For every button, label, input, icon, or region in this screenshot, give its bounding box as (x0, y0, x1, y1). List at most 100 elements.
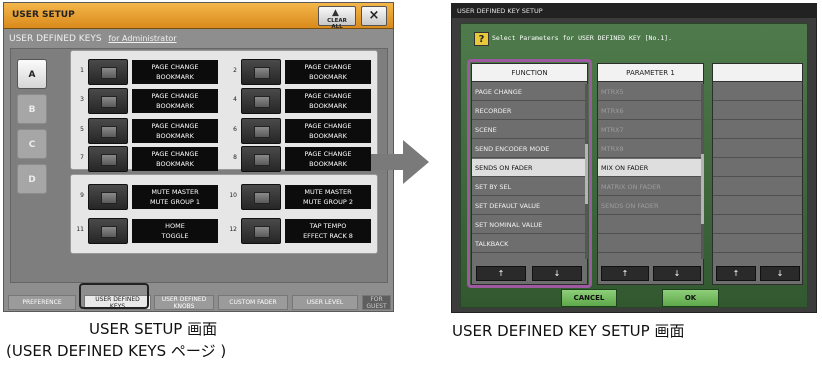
key-button[interactable] (241, 59, 281, 85)
bank-tab-b[interactable]: B (17, 94, 47, 124)
key-number: 8 (233, 154, 237, 161)
cancel-button[interactable]: CANCEL (561, 289, 617, 307)
key-button[interactable] (241, 88, 281, 114)
parameter2-down-button[interactable]: ↓ (760, 266, 800, 281)
tab-custom-fader[interactable]: CUSTOM FADER (218, 295, 288, 310)
key-label: PAGE CHANGE BOOKMARK (132, 119, 218, 143)
highlight-frame (79, 283, 149, 309)
function-item[interactable]: SET NOMINAL VALUE (472, 216, 587, 234)
key-button[interactable] (88, 146, 128, 172)
tab-user-defined-knobs[interactable]: USER DEFINED KNOBS (154, 295, 214, 310)
key-number: 11 (76, 226, 84, 233)
parameter2-item[interactable] (713, 235, 802, 253)
parameter1-down-button[interactable]: ↓ (653, 266, 701, 281)
parameter2-up-button[interactable]: ↑ (716, 266, 756, 281)
user-key[interactable]: 12 TAP TEMPO EFFECT RACK 8 (227, 213, 377, 248)
bank-tab-d[interactable]: D (17, 164, 47, 194)
close-button[interactable]: × (361, 6, 387, 26)
key-label: TAP TEMPO EFFECT RACK 8 (285, 219, 371, 243)
parameter1-header: PARAMETER 1 (598, 64, 703, 82)
key-button[interactable] (88, 184, 128, 210)
parameter1-list: PARAMETER 1 MTRX5 MTRX6 MTRX7 MTRX8 MIX … (597, 63, 704, 285)
arrow-right-icon (371, 140, 429, 184)
parameter1-item[interactable]: SENDS ON FADER (598, 197, 703, 215)
parameter2-item[interactable] (713, 159, 802, 177)
function-item[interactable]: SCENE (472, 121, 587, 139)
key-label: PAGE CHANGE BOOKMARK (132, 89, 218, 113)
user-defined-key-setup-window: USER DEFINED KEY SETUP ? Select Paramete… (451, 3, 817, 313)
clear-all-icon: ▲ (332, 8, 339, 18)
clear-all-button[interactable]: ▲ CLEAR ALL (318, 6, 356, 30)
parameter1-item[interactable] (598, 216, 703, 234)
parameter1-up-button[interactable]: ↑ (601, 266, 649, 281)
admin-link[interactable]: for Administrator (108, 34, 176, 43)
key-number: 2 (233, 67, 237, 74)
parameter2-item[interactable] (713, 83, 802, 101)
help-icon[interactable]: ? (474, 32, 489, 46)
function-down-button[interactable]: ↓ (532, 266, 582, 281)
key-label: PAGE CHANGE BOOKMARK (285, 89, 371, 113)
user-key[interactable]: 10 MUTE MASTER MUTE GROUP 2 (227, 179, 377, 214)
function-item[interactable]: TALKBACK (472, 235, 587, 253)
parameter2-item[interactable] (713, 121, 802, 139)
key-button[interactable] (88, 59, 128, 85)
key-button[interactable] (241, 218, 281, 244)
parameter1-item[interactable]: MTRX6 (598, 102, 703, 120)
user-key[interactable]: 7 PAGE CHANGE BOOKMARK (74, 141, 224, 176)
function-item-selected[interactable]: SENDS ON FADER (472, 159, 587, 177)
parameter2-list: ↑ ↓ (712, 63, 803, 285)
parameter1-scrollbar[interactable] (701, 84, 704, 259)
left-caption-line2: (USER DEFINED KEYS ページ ) (6, 342, 227, 360)
key-button[interactable] (241, 184, 281, 210)
tab-for-guest[interactable]: FOR GUEST (362, 295, 391, 310)
function-item[interactable]: PAGE CHANGE (472, 83, 587, 101)
parameter2-item[interactable] (713, 102, 802, 120)
clear-all-label: CLEAR ALL (327, 18, 347, 30)
function-item[interactable]: RECORDER (472, 102, 587, 120)
subtitle-text: USER DEFINED KEYS (9, 34, 102, 44)
key-label: PAGE CHANGE BOOKMARK (285, 147, 371, 171)
tab-preference[interactable]: PREFERENCE (8, 295, 76, 310)
setup-dialog: ? Select Parameters for USER DEFINED KEY… (460, 23, 808, 308)
key-number: 7 (80, 154, 84, 161)
tab-user-level[interactable]: USER LEVEL (292, 295, 358, 310)
parameter1-item[interactable]: MTRX7 (598, 121, 703, 139)
parameter1-item[interactable]: MTRX5 (598, 83, 703, 101)
key-label: PAGE CHANGE BOOKMARK (132, 60, 218, 84)
key-button[interactable] (241, 146, 281, 172)
function-item[interactable]: SEND ENCODER MODE (472, 140, 587, 158)
parameter2-item[interactable] (713, 178, 802, 196)
key-label: MUTE MASTER MUTE GROUP 2 (285, 185, 371, 209)
function-item[interactable]: SET DEFAULT VALUE (472, 197, 587, 215)
key-number: 9 (80, 192, 84, 199)
key-label: PAGE CHANGE BOOKMARK (285, 60, 371, 84)
user-key[interactable]: 9 MUTE MASTER MUTE GROUP 1 (74, 179, 224, 214)
function-up-button[interactable]: ↑ (476, 266, 526, 281)
user-setup-window: USER SETUP ▲ CLEAR ALL × USER DEFINED KE… (3, 2, 394, 312)
parameter2-item[interactable] (713, 216, 802, 234)
bank-tab-a[interactable]: A (17, 59, 47, 89)
key-label: HOME TOGGLE (132, 219, 218, 243)
key-group-1: 1 PAGE CHANGE BOOKMARK 2 PAGE CHANGE BOOKM… (70, 50, 378, 172)
function-scrollbar[interactable] (585, 84, 588, 259)
key-number: 5 (80, 126, 84, 133)
parameter1-item[interactable] (598, 235, 703, 253)
key-label: PAGE CHANGE BOOKMARK (132, 147, 218, 171)
window-title: USER SETUP (12, 10, 75, 20)
ok-button[interactable]: OK (662, 289, 719, 307)
right-caption: USER DEFINED KEY SETUP 画面 (452, 322, 685, 340)
parameter1-item[interactable]: MTRX8 (598, 140, 703, 158)
function-list: FUNCTION PAGE CHANGE RECORDER SCENE SEND… (471, 63, 588, 285)
user-key[interactable]: 11 HOME TOGGLE (74, 213, 224, 248)
parameter1-item[interactable]: MATRIX ON FADER (598, 178, 703, 196)
bank-tab-c[interactable]: C (17, 129, 47, 159)
key-button[interactable] (88, 218, 128, 244)
parameter1-item-selected[interactable]: MIX ON FADER (598, 159, 703, 177)
key-button[interactable] (88, 88, 128, 114)
user-key[interactable]: 8 PAGE CHANGE BOOKMARK (227, 141, 377, 176)
parameter2-item[interactable] (713, 140, 802, 158)
function-item[interactable]: SET BY SEL (472, 178, 587, 196)
key-number: 6 (233, 126, 237, 133)
title-bar: USER SETUP ▲ CLEAR ALL × (4, 3, 393, 30)
parameter2-item[interactable] (713, 197, 802, 215)
